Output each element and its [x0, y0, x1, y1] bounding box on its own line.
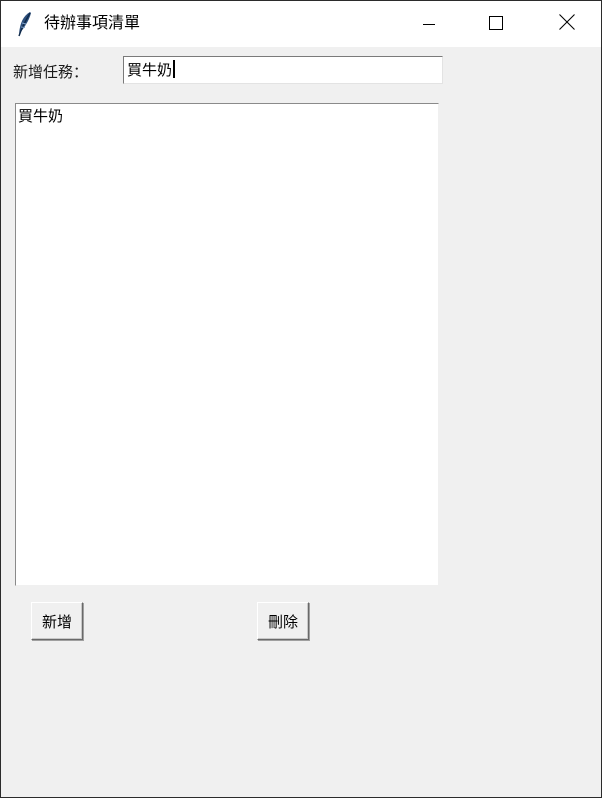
- client-area: 新增任務： 買牛奶 買牛奶 新增 刪除: [1, 47, 601, 797]
- maximize-button[interactable]: [473, 1, 519, 47]
- new-task-input-value: 買牛奶: [127, 61, 173, 79]
- minimize-button[interactable]: [406, 1, 452, 47]
- add-button[interactable]: 新增: [31, 602, 83, 640]
- text-caret: [173, 60, 176, 78]
- minimize-icon: [423, 15, 435, 34]
- close-button[interactable]: [544, 1, 590, 47]
- window-title: 待辦事項清單: [44, 13, 141, 32]
- maximize-icon: [489, 15, 503, 34]
- app-window: 待辦事項清單 新增任務： 買牛奶 買牛奶 新增 刪除: [0, 0, 602, 798]
- new-task-input[interactable]: 買牛奶: [123, 56, 443, 84]
- title-bar[interactable]: 待辦事項清單: [1, 1, 601, 47]
- list-item[interactable]: 買牛奶: [18, 106, 436, 126]
- new-task-label: 新增任務：: [13, 63, 89, 81]
- delete-button[interactable]: 刪除: [257, 602, 309, 640]
- task-listbox[interactable]: 買牛奶: [15, 103, 439, 586]
- close-icon: [559, 14, 575, 34]
- feather-icon: [15, 10, 35, 38]
